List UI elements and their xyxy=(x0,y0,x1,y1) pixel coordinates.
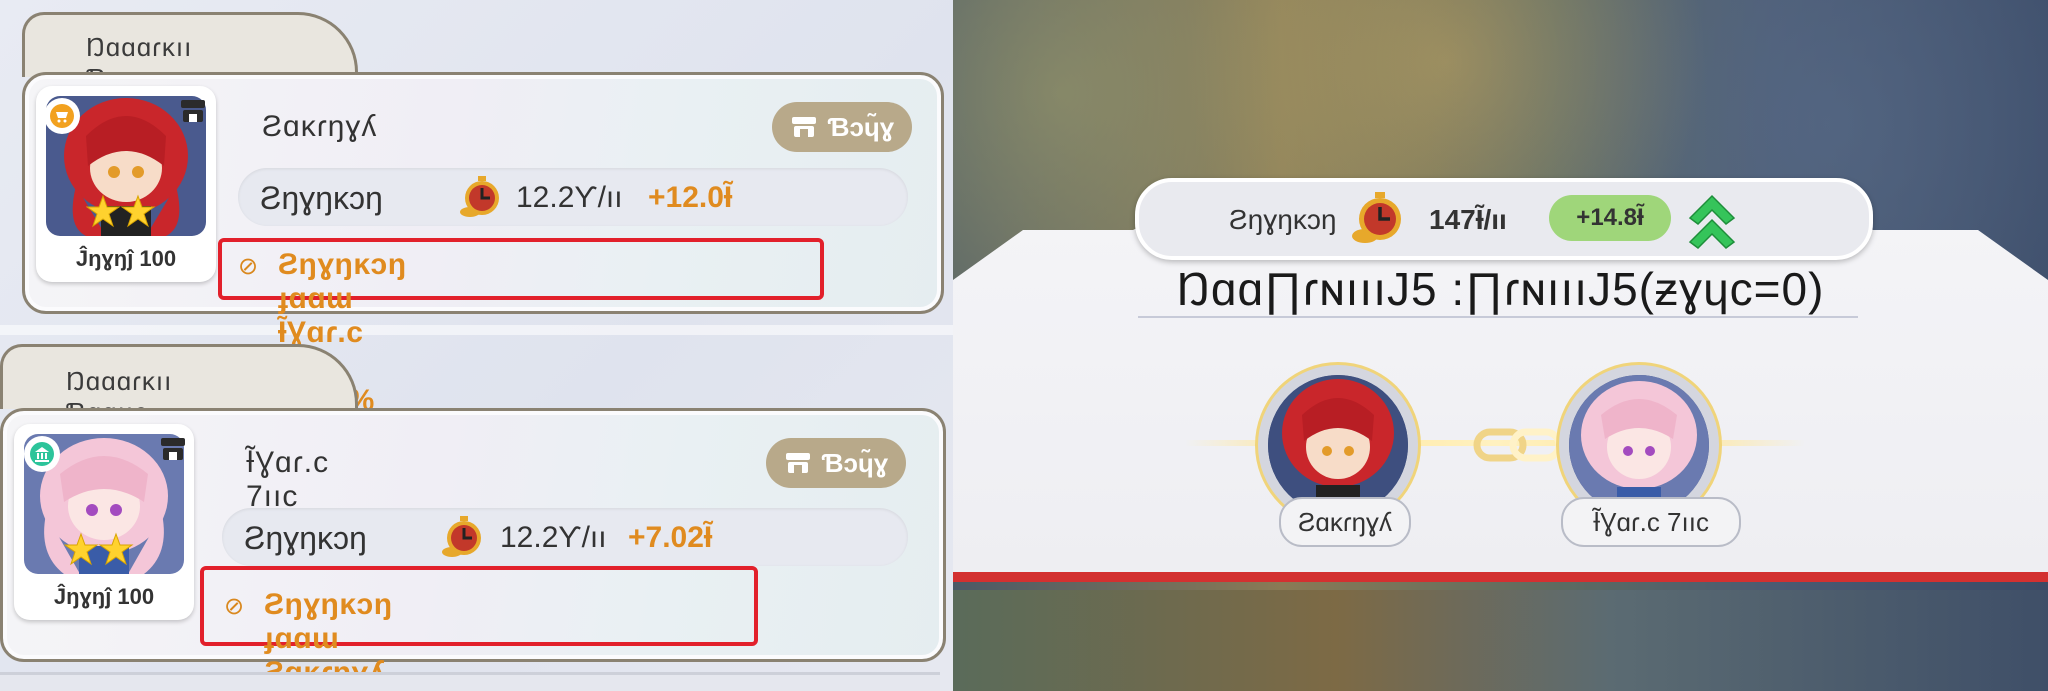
store-icon xyxy=(176,96,210,126)
bond-name-right: Ɨ̃Ɣɑɾ.c 7ııc xyxy=(1561,497,1741,547)
stat-bonus: +12.0Ɨ̃ xyxy=(648,181,733,214)
combined-stat-bonus: +14.8Ɨ̃ xyxy=(1549,195,1671,241)
check-circle-icon: ⊘ xyxy=(224,593,245,620)
buy-button-1[interactable]: Ɓɔɥ̃ɣ xyxy=(772,102,912,152)
bank-icon xyxy=(24,436,60,472)
stopwatch-icon xyxy=(442,516,481,557)
bond-avatar-right xyxy=(1569,375,1709,515)
double-chevron-up-icon xyxy=(1688,194,1736,249)
next-card-edge xyxy=(0,672,940,691)
star-rating-icon xyxy=(64,532,134,566)
right-panel: Ƨŋɣŋĸɔŋ 147Ɨ̃/ıı +14.8Ɨ̃ Ŋɑɑ∏ɾɴıııJ5 :∏ɾ… xyxy=(953,0,2048,691)
store-icon xyxy=(785,453,810,473)
left-panel: Ŋɑɑɑɾĸıı Ɓɑɑııc Ĵŋɣŋ xyxy=(0,0,953,691)
card-tab-2 xyxy=(0,344,358,409)
formula-underline xyxy=(1138,316,1858,318)
avatar-level: Ĵŋɣŋĵ 100 xyxy=(53,584,155,609)
bond-name-left: Ƨɑĸɾŋɣʎ xyxy=(1279,497,1411,547)
blurred-background-bottom xyxy=(953,590,2048,691)
stat-pill-2: Ƨŋɣŋĸɔŋ 12.2Ƴ/ıı +7.02Ɨ̃ xyxy=(222,508,908,566)
combined-stat-label: Ƨŋɣŋĸɔŋ xyxy=(1229,204,1337,235)
star-rating-icon xyxy=(86,194,156,228)
combined-stat-value: 147Ɨ̃/ıı xyxy=(1429,204,1507,235)
store-icon xyxy=(156,434,190,464)
stat-pill-1: Ƨŋɣŋĸɔŋ 12.2Ƴ/ıı +12.0Ɨ̃ xyxy=(238,168,908,226)
bond-formula: Ŋɑɑ∏ɾɴıııJ5 :∏ɾɴıııJ5(ƶɣɥc=0) xyxy=(1176,263,1825,315)
stopwatch-icon xyxy=(1352,192,1401,243)
buy-button-2[interactable]: Ɓɔɥ̃ɣ xyxy=(766,438,906,488)
buy-button-label: Ɓɔɥ̃ɣ xyxy=(827,111,895,142)
stat-bonus: +7.02Ɨ̃ xyxy=(628,521,713,554)
store-icon xyxy=(791,117,816,137)
buy-button-label: Ɓɔɥ̃ɣ xyxy=(821,447,889,478)
stopwatch-icon xyxy=(460,176,499,217)
stat-value: 12.2Ƴ/ıı xyxy=(516,181,623,214)
stat-value: 12.2Ƴ/ıı xyxy=(500,521,607,554)
character-name-2: Ɨ̃Ɣɑɾ.c 7ııc xyxy=(246,446,330,513)
bond-avatar-left xyxy=(1268,375,1408,515)
divider-line xyxy=(953,572,2048,582)
stat-label: Ƨŋɣŋĸɔŋ xyxy=(260,180,383,216)
character-name-1: Ƨɑĸɾŋɣʎ xyxy=(262,110,378,143)
chain-link-icon xyxy=(1473,428,1563,462)
avatar-level: Ĵŋɣŋĵ 100 xyxy=(75,246,177,271)
stat-label: Ƨŋɣŋĸɔŋ xyxy=(244,520,367,556)
check-circle-icon: ⊘ xyxy=(238,253,259,280)
cart-icon xyxy=(44,98,80,134)
combined-stat-pill: Ƨŋɣŋĸɔŋ 147Ɨ̃/ıı +14.8Ɨ̃ xyxy=(1135,178,1873,260)
